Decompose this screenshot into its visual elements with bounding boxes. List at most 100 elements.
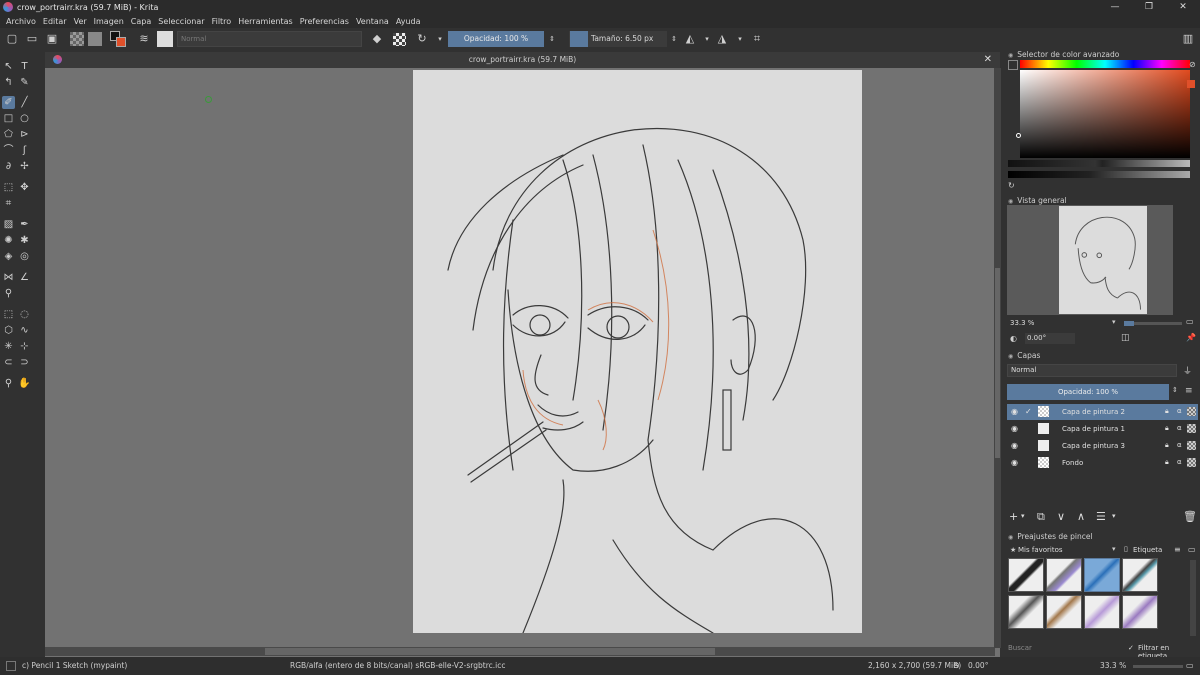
assistant-tool-icon[interactable]: ⋈ <box>2 271 15 284</box>
menu-editar[interactable]: Editar <box>43 17 67 26</box>
overview-settings-icon[interactable]: ▭ <box>1186 317 1194 326</box>
new-document-icon[interactable]: ▢ <box>5 32 19 46</box>
clear-color-icon[interactable]: ⊘ <box>1189 60 1196 69</box>
brush-preset-marker[interactable] <box>1046 558 1082 592</box>
text-tool-icon[interactable]: T <box>18 60 31 73</box>
menu-imagen[interactable]: Imagen <box>94 17 124 26</box>
polygon-tool-icon[interactable]: ⬠ <box>2 128 15 141</box>
minimize-button[interactable]: — <box>1098 0 1132 14</box>
brush-preset-watercolor[interactable] <box>1084 595 1120 629</box>
layer-row[interactable]: ◉ ✓ Capa de pintura 2 🔒︎ α <box>1007 404 1198 420</box>
alpha-inherit-icon[interactable] <box>1187 441 1196 450</box>
pin-icon[interactable]: 📌 <box>1186 333 1196 342</box>
layer-row[interactable]: ◉ Capa de pintura 1 🔒︎ α <box>1007 421 1198 437</box>
duplicate-layer-icon[interactable]: ⧉ <box>1037 510 1045 524</box>
polygonal-selection-tool-icon[interactable]: ⬡ <box>2 324 15 337</box>
chevron-down-icon[interactable]: ▾ <box>1021 512 1025 520</box>
layer-opacity-slider[interactable]: Opacidad: 100 % <box>1007 384 1169 400</box>
layers-menu-icon[interactable]: ≡ <box>1185 386 1193 396</box>
horizontal-scroll-thumb[interactable] <box>265 648 715 655</box>
vertical-scrollbar[interactable] <box>994 68 1001 648</box>
horizontal-scrollbar[interactable] <box>45 647 995 656</box>
filter-in-tag-checkbox[interactable]: ✓ <box>1128 644 1134 652</box>
calligraphy-tool-icon[interactable]: ✎ <box>18 76 31 89</box>
brush-preset-blender[interactable] <box>1122 595 1158 629</box>
polyline-tool-icon[interactable]: ⊳ <box>18 128 31 141</box>
document-tab[interactable]: crow_portrairr.kra (59.7 MiB) ✕ <box>45 52 1000 68</box>
line-tool-icon[interactable]: ╱ <box>18 96 31 109</box>
brush-preset-airbrush[interactable] <box>1122 558 1158 592</box>
menu-herramientas[interactable]: Herramientas <box>238 17 293 26</box>
reference-images-tool-icon[interactable]: ⚲ <box>2 287 15 300</box>
mirror-view-icon[interactable]: ◫ <box>1121 333 1130 343</box>
workspace-icon[interactable]: ▥ <box>1181 32 1195 46</box>
check-icon[interactable]: ✓ <box>1025 407 1032 416</box>
overview-zoom-value[interactable]: 33.3 % <box>1010 319 1034 327</box>
zoom-dropdown-icon[interactable]: ▾ <box>1112 318 1116 326</box>
visibility-eye-icon[interactable]: ◉ <box>1011 424 1018 433</box>
crop-tool-icon[interactable]: ⌗ <box>2 197 15 210</box>
lock-icon[interactable]: 🔒︎ <box>1165 424 1169 433</box>
brush-preset-pencil[interactable] <box>1046 595 1082 629</box>
gradient-selector-icon[interactable] <box>70 32 84 46</box>
color-selector-settings-icon[interactable] <box>1008 60 1018 70</box>
reload-preset-icon[interactable]: ↻ <box>415 32 429 46</box>
similar-color-selection-tool-icon[interactable]: ⊹ <box>18 340 31 353</box>
alpha-icon[interactable]: α <box>1177 441 1182 449</box>
tag-button[interactable]: Etiqueta <box>1133 546 1162 554</box>
vertical-scroll-thumb[interactable] <box>995 268 1000 458</box>
chevron-down-icon[interactable]: ▾ <box>1112 545 1116 553</box>
alpha-icon[interactable]: α <box>1177 424 1182 432</box>
freehand-brush-tool-icon[interactable]: ✐ <box>2 96 15 109</box>
mirror-horizontal-icon[interactable]: ◭ <box>683 32 697 46</box>
preset-search-input[interactable]: Buscar <box>1008 644 1032 652</box>
transform-tool-icon[interactable]: ⬚ <box>2 181 15 194</box>
zoom-tool-icon[interactable]: ⚲ <box>2 377 15 390</box>
save-icon[interactable]: ▣ <box>45 32 59 46</box>
color-history-bar[interactable] <box>1008 160 1190 167</box>
overview-thumbnail[interactable] <box>1059 206 1147 314</box>
rotation-value[interactable]: 0.00° <box>968 661 988 670</box>
brush-settings-icon[interactable]: ≋ <box>137 32 151 46</box>
menu-archivo[interactable]: Archivo <box>6 17 36 26</box>
bezier-tool-icon[interactable]: ⌒ <box>2 144 15 157</box>
eraser-icon[interactable]: ◆ <box>370 32 384 46</box>
rectangle-tool-icon[interactable]: □ <box>2 112 15 125</box>
visibility-eye-icon[interactable]: ◉ <box>1011 407 1018 416</box>
dynamic-brush-tool-icon[interactable]: ∂ <box>2 160 15 173</box>
reset-color-icon[interactable]: ↻ <box>1008 181 1015 190</box>
multibrush-tool-icon[interactable]: ✢ <box>18 160 31 173</box>
close-window-button[interactable]: ✕ <box>1166 0 1200 14</box>
opacity-stepper-icon[interactable]: ⇕ <box>1172 386 1178 394</box>
pattern-selector-icon[interactable] <box>88 32 102 46</box>
color-shade-bar[interactable] <box>1008 171 1190 178</box>
enclose-fill-tool-icon[interactable]: ◎ <box>18 250 31 263</box>
magnetic-selection-tool-icon[interactable]: ⊃ <box>18 356 31 369</box>
menu-filtro[interactable]: Filtro <box>212 17 232 26</box>
lock-icon[interactable]: 🔒︎ <box>1165 458 1169 467</box>
brush-preset-icon[interactable] <box>157 31 173 47</box>
elliptical-selection-tool-icon[interactable]: ◌ <box>18 308 31 321</box>
menu-seleccionar[interactable]: Seleccionar <box>158 17 204 26</box>
menu-ventana[interactable]: Ventana <box>356 17 389 26</box>
bezier-selection-tool-icon[interactable]: ⊂ <box>2 356 15 369</box>
move-layer-up-icon[interactable]: ∧ <box>1077 510 1085 523</box>
mirror-vertical-icon[interactable]: ◮ <box>715 32 729 46</box>
alpha-inherit-icon[interactable] <box>1187 458 1196 467</box>
brush-preset-blue-pen[interactable] <box>1084 558 1120 592</box>
select-shapes-tool-icon[interactable]: ↖ <box>2 60 15 73</box>
color-picker-handle[interactable] <box>1016 133 1021 138</box>
menu-capa[interactable]: Capa <box>131 17 151 26</box>
measure-tool-icon[interactable]: ∠ <box>18 271 31 284</box>
overview-panel[interactable] <box>1007 205 1173 315</box>
presets-list-view-icon[interactable]: ≡ <box>1174 545 1181 554</box>
colorize-mask-tool-icon[interactable]: ✱ <box>18 234 31 247</box>
menu-preferencias[interactable]: Preferencias <box>300 17 349 26</box>
size-stepper-icon[interactable]: ⇕ <box>667 32 681 46</box>
rectangular-selection-tool-icon[interactable]: ⬚ <box>2 308 15 321</box>
alpha-icon[interactable]: α <box>1177 407 1182 415</box>
lock-icon[interactable]: 🔒︎ <box>1165 407 1169 416</box>
move-layer-down-icon[interactable]: ∨ <box>1057 510 1065 523</box>
layer-blend-mode-select[interactable]: Normal <box>1007 364 1177 377</box>
chevron-down-icon[interactable]: ▾ <box>1112 512 1116 520</box>
